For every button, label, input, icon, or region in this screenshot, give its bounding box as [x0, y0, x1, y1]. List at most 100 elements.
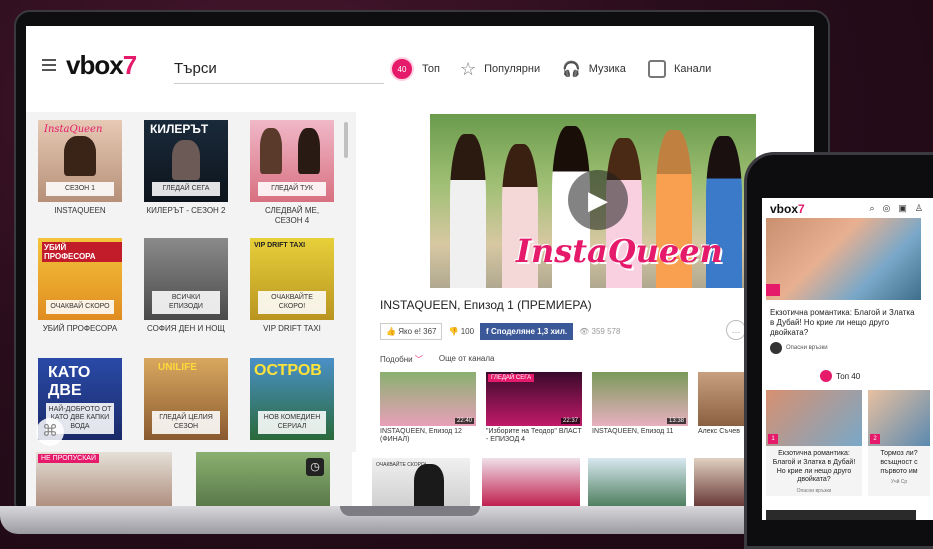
promo-card[interactable]: ◷: [196, 452, 330, 506]
top40-icon[interactable]: ◎: [883, 203, 891, 214]
logo-accent: 7: [122, 50, 138, 80]
show-thumbnail: ГЛЕДАЙ ТУК: [250, 120, 334, 202]
search-input[interactable]: Търси: [174, 56, 384, 84]
show-thumbnail: УБИЙ ПРОФЕСОРА ОЧАКВАЙ СКОРО: [38, 238, 122, 320]
mobile-top-card[interactable]: 2 Тормоз ли? всъщност с първото им Учй С…: [868, 390, 930, 496]
card-caption: Екзотична романтика: Благой и Златка в Д…: [772, 450, 856, 484]
related-caption: "Изборите на Теодор" ВЛАСТ - ЕПИЗОД 4: [486, 428, 582, 444]
tab-similar[interactable]: Подобни ﹀: [380, 354, 423, 365]
show-tile[interactable]: КИЛЕРЪТ ГЛЕДАЙ СЕГА КИЛЕРЪТ - СЕЗОН 2: [144, 120, 228, 216]
nav-music-label: Музика: [588, 63, 626, 75]
promo-card[interactable]: НЕ ПРОПУСКАЙ: [36, 452, 172, 506]
hero-tag-icon: [766, 284, 780, 296]
channels-icon[interactable]: ▣: [898, 203, 907, 214]
thumb-title: КАТО ДВЕ: [48, 364, 91, 399]
thumb-title: UNILIFE: [158, 362, 197, 373]
show-tile[interactable]: VIP DRIFT TAXI ОЧАКВАЙТЕ СКОРО! VIP DRIF…: [250, 238, 334, 334]
facebook-share-button[interactable]: f Споделяне 1,3 хил.: [480, 322, 574, 340]
mobile-hero-image[interactable]: [766, 218, 921, 300]
user-icon[interactable]: ♙: [915, 203, 923, 214]
dislike-button[interactable]: 👎 100: [448, 327, 474, 336]
thumb-title: ОСТРОВ: [254, 362, 322, 379]
show-caption: INSTAQUEEN: [54, 206, 106, 215]
video-actions: 👍 Яко е! 367 👎 100 f Споделяне 1,3 хил. …: [380, 321, 620, 341]
show-badge: ГЛЕДАЙ СЕГА: [152, 181, 220, 196]
comment-icon[interactable]: …: [726, 320, 746, 340]
nav-popular-label: Популярни: [484, 63, 541, 75]
strip-video[interactable]: ОЧАКВАЙТЕ СКОРО!: [372, 458, 470, 506]
thumb-title: КИЛЕРЪТ: [150, 122, 209, 136]
nav-top40[interactable]: 40 Топ: [390, 56, 440, 82]
video-duration: 22:37: [560, 418, 580, 424]
desktop-site: vbox7 Търси 40 Топ ☆ Популярни 🎧 Музика …: [26, 26, 814, 506]
show-tile[interactable]: UNILIFE ГЛЕДАЙ ЦЕЛИЯ СЕЗОН: [144, 358, 228, 440]
mobile-top40-heading: Топ 40: [820, 370, 860, 382]
show-caption: СЛЕДВАЙ МЕ, СЕЗОН 4: [264, 206, 320, 225]
site-logo[interactable]: vbox7: [66, 50, 138, 81]
mobile-headline[interactable]: Екзотична романтика: Благой и Златка в Д…: [770, 308, 920, 338]
mobile-site: vbox7 ⌕ ◎ ▣ ♙ Екзотична романтика: Благо…: [762, 198, 933, 520]
laptop-notch: [340, 506, 480, 516]
show-logo-overlay: InstaQueen: [516, 232, 723, 270]
video-duration: 13:38: [666, 418, 686, 424]
show-thumbnail: КИЛЕРЪТ ГЛЕДАЙ СЕГА: [144, 120, 228, 202]
hamburger-menu-icon[interactable]: [42, 59, 56, 71]
show-caption: УБИЙ ПРОФЕСОРА: [42, 324, 118, 333]
rank-badge: 2: [870, 434, 880, 444]
top40-badge-icon: 40: [390, 57, 414, 81]
mobile-logo[interactable]: vbox7: [770, 202, 805, 216]
dislike-count: 100: [460, 326, 475, 336]
strip-video[interactable]: [482, 458, 580, 506]
chevron-down-icon: ﹀: [414, 355, 423, 364]
related-tabs: Подобни ﹀ Още от канала: [380, 354, 495, 365]
thumbs-up-icon: 👍: [386, 326, 396, 336]
nav-music[interactable]: 🎧 Музика: [562, 56, 626, 82]
show-badge: ВСИЧКИ ЕПИЗОДИ: [152, 291, 220, 314]
related-video[interactable]: 13:38 INSTAQUEEN, Епизод 11: [592, 372, 688, 436]
show-tile[interactable]: ВСИЧКИ ЕПИЗОДИ СОФИЯ ДЕН И НОЩ: [144, 238, 228, 334]
channels-icon: [648, 60, 666, 78]
channel-avatar: [770, 342, 782, 354]
show-tile[interactable]: InstaQueen СЕЗОН 1 INSTAQUEEN: [38, 120, 122, 216]
nav-popular[interactable]: ☆ Популярни: [460, 56, 540, 82]
mobile-logo-accent: 7: [798, 202, 805, 216]
show-badge: ОЧАКВАЙТЕ СКОРО!: [258, 291, 326, 314]
thumb-title: УБИЙ ПРОФЕСОРА: [42, 242, 122, 262]
eye-icon: 👁: [579, 326, 590, 336]
mobile-top-card[interactable]: 1 Екзотична романтика: Благой и Златка в…: [766, 390, 862, 496]
related-video[interactable]: 22:40 INSTAQUEEN, Епизод 12 (ФИНАЛ): [380, 372, 476, 445]
thumb-title: InstaQueen: [44, 124, 103, 135]
related-thumbnail: 22:40: [380, 372, 476, 426]
show-badge: ГЛЕДАЙ ЦЕЛИЯ СЕЗОН: [152, 411, 220, 434]
show-thumbnail: UNILIFE ГЛЕДАЙ ЦЕЛИЯ СЕЗОН: [144, 358, 228, 440]
show-thumbnail: ОСТРОВ НОВ КОМЕДИЕН СЕРИАЛ: [250, 358, 334, 440]
related-thumbnail: 13:38: [592, 372, 688, 426]
mobile-logo-text: vbox: [770, 202, 799, 216]
card-source: Учй Ср: [890, 479, 908, 486]
nav-channels[interactable]: Канали: [648, 56, 711, 82]
related-caption: INSTAQUEEN, Епизод 11: [592, 428, 674, 435]
rank-badge: 1: [768, 434, 778, 444]
play-icon[interactable]: ▶: [568, 170, 628, 230]
mobile-next-item[interactable]: [766, 510, 916, 520]
related-video[interactable]: ГЛЕДАЙ СЕГА 22:37 "Изборите на Теодор" В…: [486, 372, 582, 445]
thumbs-down-icon: 👎: [448, 326, 459, 336]
strip-video[interactable]: [588, 458, 686, 506]
card-image: [766, 390, 862, 446]
grid-scrollbar[interactable]: [344, 122, 348, 158]
watch-now-tag: ГЛЕДАЙ СЕГА: [488, 374, 535, 382]
search-icon[interactable]: ⌕: [870, 203, 875, 214]
show-tile[interactable]: УБИЙ ПРОФЕСОРА ОЧАКВАЙ СКОРО УБИЙ ПРОФЕС…: [38, 238, 122, 334]
share-label: Споделяне 1,3 хил.: [490, 326, 568, 336]
card-source: Опасни връзки: [796, 488, 832, 494]
show-badge: НОВ КОМЕДИЕН СЕРИАЛ: [258, 411, 326, 434]
like-button[interactable]: 👍 Яко е! 367: [380, 322, 443, 340]
card-caption: Тормоз ли? всъщност с първото им: [880, 450, 918, 475]
thumb-title: VIP DRIFT TAXI: [254, 242, 306, 249]
fingerprint-icon[interactable]: ⌘: [36, 418, 64, 446]
tab-more-from-channel[interactable]: Още от канала: [439, 354, 495, 365]
star-icon: ☆: [460, 58, 477, 79]
show-tile[interactable]: ГЛЕДАЙ ТУК СЛЕДВАЙ МЕ, СЕЗОН 4: [250, 120, 334, 226]
show-tile[interactable]: ОСТРОВ НОВ КОМЕДИЕН СЕРИАЛ: [250, 358, 334, 440]
video-player[interactable]: ▶ InstaQueen: [430, 114, 756, 288]
